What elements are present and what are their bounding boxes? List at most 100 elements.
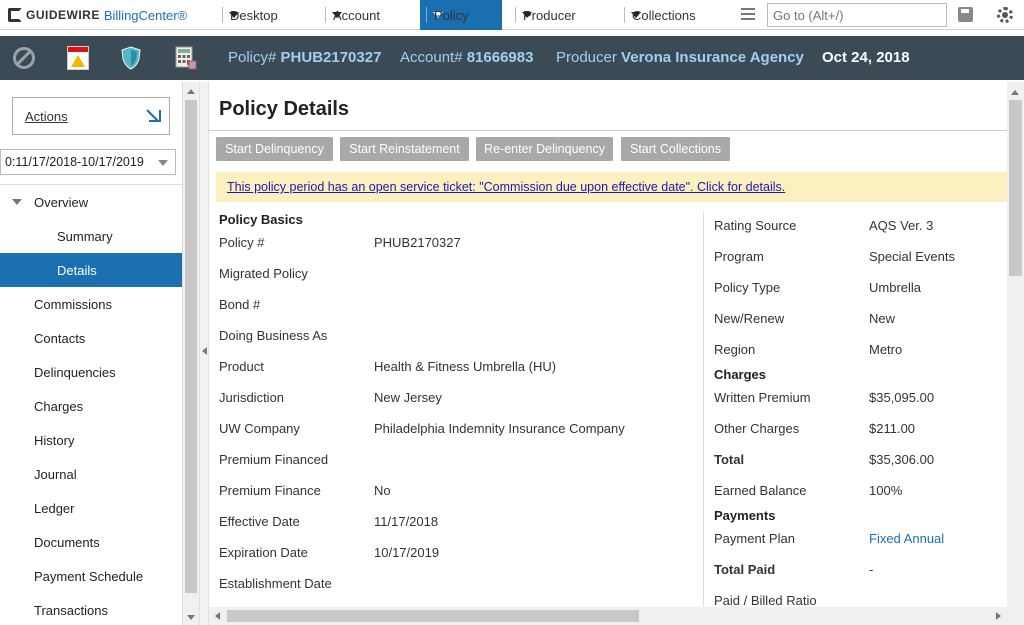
tab-producer-label: Producer — [523, 7, 576, 23]
service-ticket-banner: This policy period has an open service t… — [216, 172, 1007, 202]
policy-period-select[interactable]: 0:11/17/2018-10/17/2019 — [0, 149, 176, 175]
field-label: Premium Finance — [219, 483, 321, 498]
field-label: Establishment Date — [219, 576, 332, 591]
main-vertical-scrollbar[interactable] — [1007, 82, 1024, 607]
sidebar-item-history[interactable]: History — [0, 423, 182, 457]
main-horizontal-scrollbar[interactable] — [209, 607, 1007, 625]
start-reinstatement-button[interactable]: Start Reinstatement — [340, 137, 469, 161]
sidebar-item-summary[interactable]: Summary — [0, 219, 182, 253]
sidebar-collapse-handle[interactable] — [199, 82, 209, 625]
scroll-down-icon[interactable] — [187, 615, 195, 620]
gear-icon[interactable] — [997, 7, 1013, 23]
sidebar-item-contacts[interactable]: Contacts — [0, 321, 182, 355]
top-nav-bar: GUIDEWIRE BillingCenter® Desktop Account… — [0, 0, 1024, 30]
producer-label: Producer — [556, 49, 617, 66]
policy-number-label: Policy# — [228, 49, 277, 66]
field-value-written-premium: $35,095.00 — [869, 390, 935, 405]
field-label: Doing Business As — [219, 328, 328, 343]
tab-account[interactable]: Account — [325, 0, 380, 30]
chevron-down-icon — [158, 160, 168, 166]
left-sidebar: Actions 0:11/17/2018-10/17/2019 Overview… — [0, 82, 183, 625]
field-label: Other Charges — [714, 421, 800, 436]
arrow-down-right-icon — [149, 110, 161, 122]
sidebar-item-label: Payment Schedule — [34, 568, 144, 584]
payment-plan-link[interactable]: Fixed Annual — [869, 531, 944, 546]
field-value-other-charges: $211.00 — [869, 421, 916, 436]
alert-flag-icon[interactable] — [67, 46, 89, 70]
sidebar-item-label: Documents — [34, 534, 100, 550]
sidebar-item-label: Summary — [57, 228, 113, 244]
sidebar-item-transactions[interactable]: Transactions — [0, 593, 182, 625]
goto-input[interactable] — [767, 3, 947, 27]
producer-link[interactable]: Producer Verona Insurance Agency — [556, 49, 804, 66]
sidebar-item-charges[interactable]: Charges — [0, 389, 182, 423]
start-collections-button[interactable]: Start Collections — [621, 137, 730, 161]
field-value-earned-balance: 100% — [869, 483, 903, 498]
no-entry-icon[interactable] — [13, 47, 35, 69]
actions-button[interactable]: Actions — [12, 97, 170, 135]
sidebar-item-label: Details — [57, 262, 97, 278]
scroll-left-icon[interactable] — [215, 612, 220, 620]
start-delinquency-button[interactable]: Start Delinquency — [216, 137, 333, 161]
field-label: Payment Plan — [714, 531, 795, 546]
field-label: Paid / Billed Ratio — [714, 593, 817, 607]
tab-policy[interactable]: Policy — [420, 0, 502, 30]
field-label: Premium Financed — [219, 452, 329, 467]
product-name: BillingCenter® — [103, 7, 188, 23]
calculator-icon[interactable] — [175, 46, 197, 70]
brand-name: GUIDEWIRE — [26, 8, 100, 22]
scroll-up-icon[interactable] — [187, 89, 195, 94]
field-label: Jurisdiction — [219, 390, 285, 405]
sidebar-item-documents[interactable]: Documents — [0, 525, 182, 559]
field-value-program: Special Events — [869, 249, 955, 264]
account-number-value: 81666983 — [466, 49, 534, 66]
policy-info-bar: Policy# PHUB2170327 Account# 81666983 Pr… — [0, 36, 1024, 80]
scrollbar-thumb[interactable] — [227, 610, 639, 622]
sidebar-item-payment-schedule[interactable]: Payment Schedule — [0, 559, 182, 593]
account-number-link[interactable]: Account# 81666983 — [400, 49, 533, 66]
service-ticket-link[interactable]: This policy period has an open service t… — [227, 180, 785, 194]
field-label: Policy Type — [714, 280, 781, 295]
scrollbar-thumb[interactable] — [1009, 100, 1022, 276]
save-icon[interactable] — [958, 7, 973, 22]
field-label: Migrated Policy — [219, 266, 308, 281]
field-label: New/Renew — [714, 311, 785, 326]
sidebar-item-commissions[interactable]: Commissions — [0, 287, 182, 321]
sidebar-item-label: Overview — [34, 194, 89, 210]
policy-period-value: 0:11/17/2018-10/17/2019 — [5, 155, 144, 169]
title-divider — [209, 130, 1007, 131]
sidebar-item-ledger[interactable]: Ledger — [0, 491, 182, 525]
column-divider — [703, 212, 704, 607]
sidebar-item-overview[interactable]: Overview — [0, 185, 182, 219]
field-value-product: Health & Fitness Umbrella (HU) — [374, 359, 557, 374]
field-label: UW Company — [219, 421, 300, 436]
sidebar-scrollbar[interactable] — [183, 82, 199, 625]
tab-policy-label: Policy — [434, 7, 469, 23]
chevron-left-icon[interactable] — [202, 347, 207, 355]
sidebar-item-delinquencies[interactable]: Delinquencies — [0, 355, 182, 389]
expand-triangle-icon[interactable] — [12, 199, 22, 205]
scroll-up-icon[interactable] — [1011, 90, 1019, 95]
app-logo[interactable]: GUIDEWIRE BillingCenter® — [8, 5, 187, 25]
tab-desktop[interactable]: Desktop — [222, 0, 278, 30]
field-value-policy-type: Umbrella — [869, 280, 922, 295]
tab-collections-label: Collections — [632, 7, 696, 23]
tab-desktop-label: Desktop — [230, 7, 278, 23]
tab-collections[interactable]: Collections — [624, 0, 696, 30]
scroll-right-icon[interactable] — [996, 612, 1001, 620]
main-content: Policy Details Start Delinquency Start R… — [209, 82, 1007, 607]
field-label: Rating Source — [714, 218, 797, 233]
sidebar-item-details[interactable]: Details — [0, 253, 182, 287]
menu-icon[interactable] — [741, 8, 755, 22]
sidebar-item-label: Journal — [34, 466, 77, 482]
sidebar-item-journal[interactable]: Journal — [0, 457, 182, 491]
re-enter-delinquency-button[interactable]: Re-enter Delinquency — [476, 137, 613, 161]
sidebar-item-label: Delinquencies — [34, 364, 116, 380]
sidebar-item-label: Charges — [34, 398, 84, 414]
scrollbar-thumb[interactable] — [185, 100, 197, 593]
field-value-region: Metro — [869, 342, 903, 357]
policy-number-link[interactable]: Policy# PHUB2170327 — [228, 49, 381, 66]
tab-producer[interactable]: Producer — [515, 0, 576, 30]
field-label: Written Premium — [714, 390, 811, 405]
shield-icon[interactable] — [121, 46, 141, 70]
